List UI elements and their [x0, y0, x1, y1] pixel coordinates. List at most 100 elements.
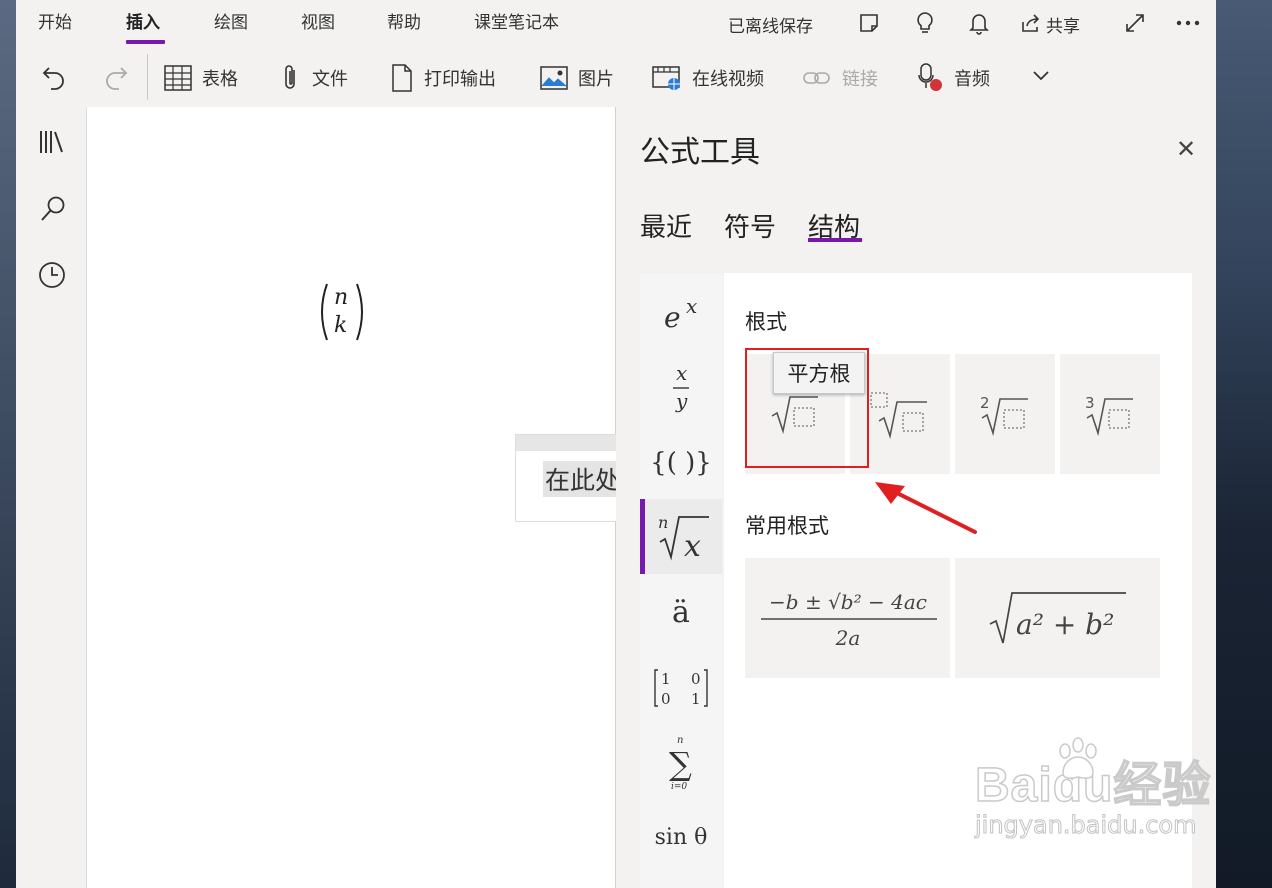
active-tab-indicator	[126, 40, 165, 44]
fullscreen-icon[interactable]	[1124, 12, 1146, 34]
svg-text:y: y	[675, 389, 688, 413]
cube-root-icon: 3	[1085, 394, 1133, 437]
tab-insert[interactable]: 插入	[126, 12, 160, 34]
tab-help[interactable]: 帮助	[387, 12, 421, 34]
toolbar-separator	[147, 54, 148, 100]
pythagorean-formula-icon: a² + b²	[989, 592, 1126, 644]
share-icon[interactable]	[1020, 12, 1042, 34]
sticky-note-icon[interactable]	[858, 12, 880, 34]
tab-class-notebook[interactable]: 课堂笔记本	[474, 12, 559, 34]
desktop-background-left	[0, 0, 16, 888]
share-button[interactable]: 共享	[1046, 12, 1080, 37]
insert-picture-button[interactable]: 图片	[540, 50, 614, 106]
undo-icon[interactable]	[40, 62, 68, 90]
nth-root-placeholder-icon	[870, 392, 927, 440]
equation-placeholder: 在此处	[543, 461, 620, 497]
picture-icon	[540, 66, 568, 90]
active-panel-tab-indicator	[808, 238, 862, 242]
structure-category-list: ex xy {( )} nx ä 1001 n ∑ i=0 sin θ	[640, 273, 722, 888]
online-video-icon	[652, 66, 680, 90]
category-radical[interactable]: nx	[640, 499, 722, 574]
insert-table-button[interactable]: 表格	[164, 50, 238, 106]
document-icon	[392, 64, 412, 92]
insert-picture-label: 图片	[578, 69, 614, 90]
ribbon-tabs: 开始 插入 绘图 视图 帮助 课堂笔记本 已离线保存 共享	[16, 0, 1216, 44]
svg-text:i=0: i=0	[671, 782, 687, 792]
summation-icon: n∑i=0	[669, 735, 692, 792]
close-icon[interactable]: ✕	[1176, 135, 1196, 163]
notebooks-icon[interactable]	[38, 129, 66, 155]
more-options-icon[interactable]	[1176, 20, 1200, 26]
svg-text:1: 1	[691, 690, 701, 708]
insert-file-label: 文件	[312, 69, 348, 90]
category-large-operator[interactable]: n ∑ i=0	[640, 725, 722, 800]
nth-root-icon: nx	[658, 513, 709, 562]
table-icon	[164, 65, 192, 91]
tab-view[interactable]: 视图	[301, 12, 335, 34]
baidu-watermark: Baidu经验 jingyan.baidu.com	[974, 737, 1211, 840]
equation-box-handle[interactable]	[516, 435, 616, 451]
paperclip-icon	[285, 65, 295, 89]
chevron-down-icon[interactable]	[1032, 70, 1050, 82]
fraction-icon: xy	[673, 361, 689, 413]
exponent-icon: ex	[664, 294, 697, 334]
binomial-bottom: k	[334, 313, 347, 338]
svg-text:a² + b²: a² + b²	[1016, 608, 1114, 641]
tab-home[interactable]: 开始	[38, 12, 72, 34]
tab-recent[interactable]: 最近	[640, 207, 692, 244]
insert-online-video-button[interactable]: 在线视频	[652, 50, 764, 106]
paw-logo-icon	[1059, 737, 1097, 779]
category-matrix[interactable]: 1 0 0 1	[640, 650, 722, 725]
tab-symbols[interactable]: 符号	[724, 207, 776, 244]
svg-text:2: 2	[980, 394, 990, 412]
page-canvas[interactable]: n k 在此处	[87, 107, 620, 888]
panel-title: 公式工具	[640, 135, 760, 170]
redo-icon[interactable]	[102, 62, 130, 90]
search-icon[interactable]	[40, 195, 66, 223]
insert-table-label: 表格	[202, 69, 238, 90]
tab-draw[interactable]: 绘图	[214, 12, 248, 34]
binomial-equation[interactable]: n k	[317, 282, 367, 342]
recent-history-icon[interactable]	[38, 261, 66, 289]
binomial-top: n	[334, 285, 348, 310]
sync-status: 已离线保存	[728, 17, 813, 37]
bell-icon[interactable]	[968, 11, 990, 35]
section-radicals-heading: 根式	[745, 310, 787, 334]
insert-audio-label: 音频	[954, 69, 990, 90]
insert-link-button[interactable]: 链接	[802, 50, 878, 106]
svg-text:2a: 2a	[834, 626, 860, 650]
svg-text:x: x	[684, 529, 701, 562]
equation-input-box[interactable]: 在此处	[515, 434, 620, 522]
square-root-index-2-icon: 2	[980, 394, 1028, 437]
pythagorean-tile[interactable]: a² + b²	[955, 558, 1160, 678]
insert-link-label: 链接	[842, 69, 878, 90]
matrix-icon: 1 0 0 1	[654, 668, 708, 708]
insert-printout-button[interactable]: 打印输出	[390, 50, 496, 106]
tooltip-square-root: 平方根	[773, 352, 865, 394]
category-function[interactable]: sin θ	[640, 800, 722, 875]
navigation-rail	[16, 107, 87, 888]
svg-text:n: n	[658, 513, 668, 532]
desktop-background-right	[1216, 0, 1272, 888]
insert-online-video-label: 在线视频	[692, 69, 764, 90]
link-icon	[803, 72, 830, 84]
svg-text:0: 0	[661, 690, 671, 708]
quadratic-formula-tile[interactable]: −b ± √b² − 4ac 2a	[745, 558, 950, 678]
svg-text:0: 0	[691, 670, 701, 688]
insert-audio-button[interactable]: 音频	[918, 50, 990, 106]
watermark-url: jingyan.baidu.com	[974, 811, 1197, 840]
svg-text:x: x	[686, 294, 697, 318]
category-fraction[interactable]: xy	[640, 350, 722, 425]
cube-root-tile[interactable]: 3	[1060, 354, 1160, 474]
insert-printout-label: 打印输出	[424, 69, 496, 90]
annotation-arrow-icon	[875, 482, 977, 534]
audio-record-icon	[918, 63, 942, 91]
category-brackets[interactable]: {( )}	[640, 425, 722, 500]
lightbulb-icon[interactable]	[914, 11, 936, 35]
category-accent[interactable]: ä	[640, 575, 722, 650]
quadratic-formula-icon: −b ± √b² − 4ac 2a	[760, 590, 937, 650]
svg-text:3: 3	[1085, 394, 1095, 412]
category-exponent[interactable]: ex	[640, 275, 722, 350]
insert-file-button[interactable]: 文件	[280, 50, 348, 106]
square-root-index-2-tile[interactable]: 2	[955, 354, 1055, 474]
